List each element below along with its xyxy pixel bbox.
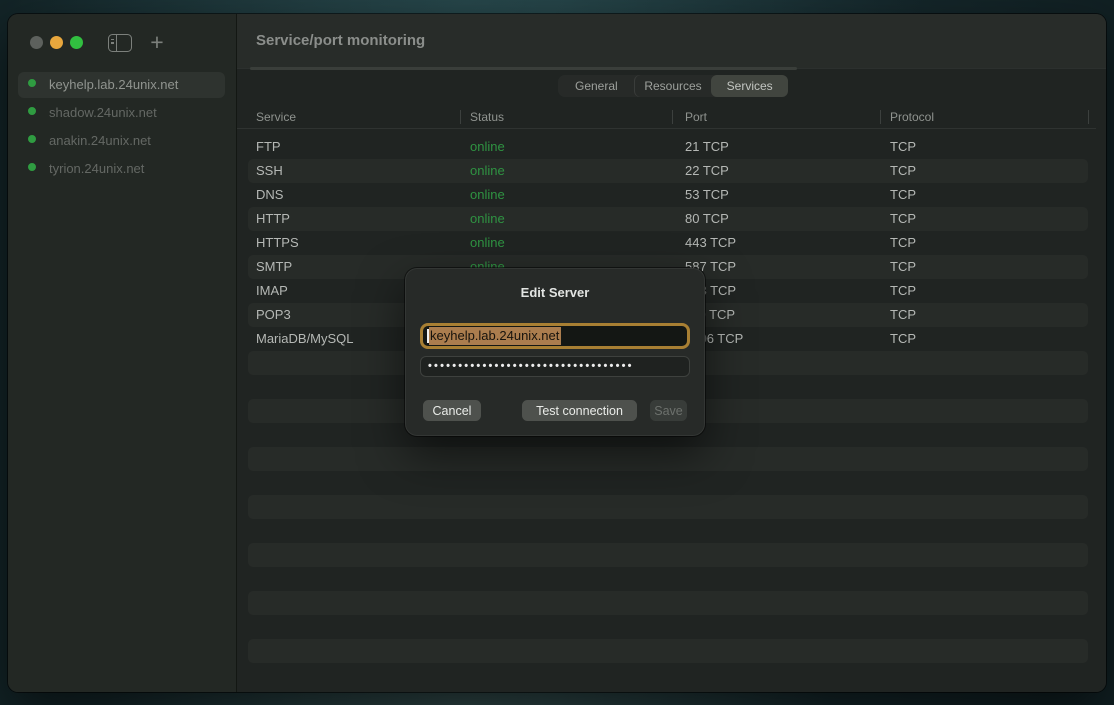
password-input[interactable]: •••••••••••••••••••••••••••••••••• [420, 356, 690, 377]
cell-service: HTTPS [256, 231, 299, 255]
cell-service: IMAP [256, 279, 288, 303]
titlebar: Service/port monitoring [237, 14, 1106, 68]
cell-protocol: TCP [890, 207, 916, 231]
server-label: keyhelp.lab.24unix.net [49, 72, 178, 98]
cell-protocol: TCP [890, 279, 916, 303]
column-separator [880, 110, 881, 124]
column-separator [672, 110, 673, 124]
password-masked-value: •••••••••••••••••••••••••••••••••• [421, 357, 689, 376]
cell-protocol: TCP [890, 303, 916, 327]
table-row-empty [237, 639, 1106, 663]
sidebar-toggle-dash [111, 39, 114, 41]
table-row[interactable]: SSH online 22 TCP TCP [237, 159, 1106, 183]
cell-port: 53 TCP [685, 183, 729, 207]
server-label: shadow.24unix.net [49, 100, 157, 126]
dialog-title: Edit Server [405, 285, 705, 300]
sidebar: + keyhelp.lab.24unix.net shadow.24unix.n… [8, 14, 237, 692]
column-header-service[interactable]: Service [256, 106, 296, 129]
cell-status: online [470, 207, 505, 231]
cell-service: SMTP [256, 255, 292, 279]
table-row[interactable]: HTTPS online 443 TCP TCP [237, 231, 1106, 255]
tab-general[interactable]: General [558, 75, 635, 97]
online-dot-icon [28, 163, 36, 171]
column-separator [460, 110, 461, 124]
sidebar-toggle-divider [116, 35, 118, 51]
hostname-input[interactable]: keyhelp.lab.24unix.net [420, 323, 690, 349]
save-button[interactable]: Save [650, 400, 687, 421]
cancel-button[interactable]: Cancel [423, 400, 481, 421]
table-row-empty [237, 591, 1106, 615]
cell-port: 443 TCP [685, 231, 736, 255]
sidebar-item-server[interactable]: shadow.24unix.net [18, 100, 225, 126]
column-header-protocol[interactable]: Protocol [890, 106, 934, 129]
tab-services[interactable]: Services [711, 75, 788, 97]
column-header-port[interactable]: Port [685, 106, 707, 129]
add-server-button[interactable]: + [146, 32, 168, 54]
window-zoom-button[interactable] [70, 36, 83, 49]
cell-service: DNS [256, 183, 283, 207]
tab-resources[interactable]: Resources [635, 75, 712, 97]
sidebar-item-server[interactable]: keyhelp.lab.24unix.net [18, 72, 225, 98]
table-row-empty [237, 447, 1106, 471]
sidebar-item-server[interactable]: tyrion.24unix.net [18, 156, 225, 182]
cell-status: online [470, 231, 505, 255]
cell-protocol: TCP [890, 159, 916, 183]
sidebar-toggle-icon[interactable] [108, 34, 132, 52]
online-dot-icon [28, 79, 36, 87]
desktop: { "titlebar": { "title": "Service/port m… [0, 0, 1114, 705]
hostname-selected-text: keyhelp.lab.24unix.net [429, 327, 561, 345]
table-row-empty [237, 615, 1106, 639]
server-label: anakin.24unix.net [49, 128, 151, 154]
cell-protocol: TCP [890, 135, 916, 159]
tab-bar: General Resources Services [558, 75, 788, 97]
table-row-empty [237, 495, 1106, 519]
server-label: tyrion.24unix.net [49, 156, 144, 182]
online-dot-icon [28, 135, 36, 143]
column-header-status[interactable]: Status [470, 106, 504, 129]
window-minimize-button[interactable] [50, 36, 63, 49]
cell-status: online [470, 159, 505, 183]
window-close-button[interactable] [30, 36, 43, 49]
table-row[interactable]: DNS online 53 TCP TCP [237, 183, 1106, 207]
sidebar-item-server[interactable]: anakin.24unix.net [18, 128, 225, 154]
titlebar-divider-highlight [250, 67, 797, 70]
table-row[interactable]: HTTP online 80 TCP TCP [237, 207, 1106, 231]
dialog-button-row: Cancel Test connection Save [405, 400, 705, 421]
sidebar-toggle-dash [111, 42, 114, 44]
table-row-empty [237, 567, 1106, 591]
edit-server-dialog: Edit Server keyhelp.lab.24unix.net •••••… [405, 268, 705, 436]
cell-port: 21 TCP [685, 135, 729, 159]
cell-status: online [470, 135, 505, 159]
cell-service: HTTP [256, 207, 290, 231]
cell-protocol: TCP [890, 183, 916, 207]
table-row-empty [237, 471, 1106, 495]
table-header: Service Status Port Protocol [237, 106, 1096, 129]
cell-protocol: TCP [890, 255, 916, 279]
server-list: keyhelp.lab.24unix.net shadow.24unix.net… [18, 72, 225, 184]
page-title: Service/port monitoring [237, 14, 1106, 68]
cell-service: MariaDB/MySQL [256, 327, 354, 351]
column-separator [1088, 110, 1089, 124]
cell-status: online [470, 183, 505, 207]
table-row-empty [237, 543, 1106, 567]
cell-service: FTP [256, 135, 281, 159]
cell-port: 22 TCP [685, 159, 729, 183]
test-connection-button[interactable]: Test connection [522, 400, 637, 421]
cell-port: 80 TCP [685, 207, 729, 231]
cell-protocol: TCP [890, 231, 916, 255]
cell-service: SSH [256, 159, 283, 183]
table-row-empty [237, 519, 1106, 543]
online-dot-icon [28, 107, 36, 115]
cell-protocol: TCP [890, 327, 916, 351]
cell-service: POP3 [256, 303, 291, 327]
table-row[interactable]: FTP online 21 TCP TCP [237, 135, 1106, 159]
